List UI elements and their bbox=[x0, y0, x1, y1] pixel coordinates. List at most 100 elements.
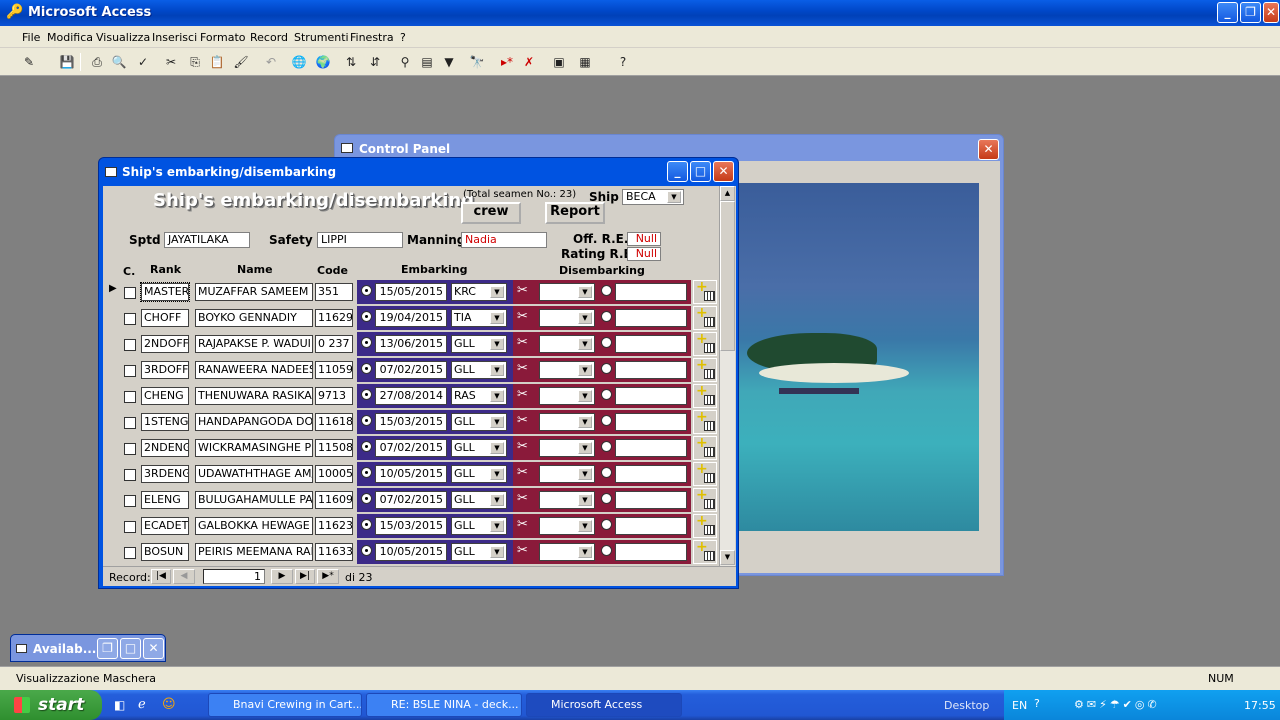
code-field[interactable]: 0 237 bbox=[315, 335, 353, 353]
vertical-scrollbar[interactable]: ▲ ▼ bbox=[719, 186, 735, 566]
task-outlook[interactable]: RE: BSLE NINA - deck... bbox=[366, 693, 522, 717]
name-field[interactable]: GALBOKKA HEWAGE I bbox=[195, 517, 313, 535]
disembark-radio[interactable] bbox=[601, 467, 612, 478]
rank-field[interactable]: ECADET bbox=[141, 517, 189, 535]
confirmed-checkbox[interactable] bbox=[124, 417, 136, 429]
scissors-icon[interactable]: ✂ bbox=[517, 517, 528, 532]
rating-re-field[interactable]: Null bbox=[627, 247, 661, 261]
embark-date-field[interactable]: 13/06/2015 bbox=[375, 335, 447, 353]
new-record-icon[interactable]: ▸* bbox=[498, 53, 516, 71]
task-crewing[interactable]: Bnavi Crewing in Cart... bbox=[208, 693, 362, 717]
chevron-down-icon[interactable]: ▼ bbox=[578, 338, 592, 350]
add-calendar-button[interactable]: + bbox=[693, 539, 717, 564]
name-field[interactable]: UDAWATHTHAGE AM/ bbox=[195, 465, 313, 483]
disembark-date-field[interactable] bbox=[615, 413, 687, 431]
rank-field[interactable]: 3RDENG bbox=[141, 465, 189, 483]
embark-port-select[interactable]: RAS ▼ bbox=[451, 387, 507, 405]
add-calendar-button[interactable]: + bbox=[693, 513, 717, 538]
safety-field[interactable]: LIPPI bbox=[317, 232, 403, 248]
embark-port-select[interactable]: GLL ▼ bbox=[451, 543, 507, 561]
chevron-down-icon[interactable]: ▼ bbox=[490, 364, 504, 376]
firefox-icon[interactable]: ☺ bbox=[162, 697, 176, 712]
chevron-down-icon[interactable]: ▼ bbox=[490, 546, 504, 558]
delete-record-icon[interactable]: ✗ bbox=[520, 53, 538, 71]
form-minimize-button[interactable]: _ bbox=[667, 161, 688, 182]
chevron-down-icon[interactable]: ▼ bbox=[490, 442, 504, 454]
chevron-down-icon[interactable]: ▼ bbox=[490, 312, 504, 324]
code-field[interactable]: 11629 bbox=[315, 309, 353, 327]
menu-record[interactable]: Record bbox=[250, 31, 288, 44]
disembark-radio[interactable] bbox=[601, 389, 612, 400]
scissors-icon[interactable]: ✂ bbox=[517, 335, 528, 350]
disembark-port-select[interactable]: ▼ bbox=[539, 491, 595, 509]
report-button[interactable]: Report bbox=[545, 202, 605, 224]
rank-field[interactable]: 3RDOFF bbox=[141, 361, 189, 379]
chevron-down-icon[interactable]: ▼ bbox=[578, 416, 592, 428]
code-field[interactable]: 11623 bbox=[315, 517, 353, 535]
chevron-down-icon[interactable]: ▼ bbox=[578, 312, 592, 324]
add-calendar-button[interactable]: + bbox=[693, 357, 717, 382]
control-panel-close-button[interactable]: ✕ bbox=[978, 139, 999, 160]
menu-strumenti[interactable]: Strumenti bbox=[294, 31, 349, 44]
disembark-date-field[interactable] bbox=[615, 491, 687, 509]
record-number-field[interactable]: 1 bbox=[203, 569, 265, 584]
ie-icon[interactable]: ℯ bbox=[138, 697, 146, 712]
disembark-port-select[interactable]: ▼ bbox=[539, 335, 595, 353]
disembark-radio[interactable] bbox=[601, 545, 612, 556]
confirmed-checkbox[interactable] bbox=[124, 365, 136, 377]
disembark-date-field[interactable] bbox=[615, 439, 687, 457]
desktop-label[interactable]: Desktop bbox=[944, 699, 989, 712]
chevron-down-icon[interactable]: ▼ bbox=[578, 468, 592, 480]
embark-port-select[interactable]: TIA ▼ bbox=[451, 309, 507, 327]
scroll-thumb[interactable] bbox=[720, 201, 735, 351]
disembark-radio[interactable] bbox=[601, 285, 612, 296]
confirmed-checkbox[interactable] bbox=[124, 495, 136, 507]
disembark-date-field[interactable] bbox=[615, 335, 687, 353]
embark-date-field[interactable]: 19/04/2015 bbox=[375, 309, 447, 327]
chevron-down-icon[interactable]: ▼ bbox=[578, 286, 592, 298]
embark-date-field[interactable]: 07/02/2015 bbox=[375, 361, 447, 379]
chevron-down-icon[interactable]: ▼ bbox=[578, 442, 592, 454]
apply-filter-icon[interactable]: ▼ bbox=[440, 53, 458, 71]
disembark-date-field[interactable] bbox=[615, 309, 687, 327]
code-field[interactable]: 351 bbox=[315, 283, 353, 301]
undo-icon[interactable]: ↶ bbox=[262, 53, 280, 71]
last-record-button[interactable]: ▶| bbox=[295, 569, 315, 584]
confirmed-checkbox[interactable] bbox=[124, 287, 136, 299]
tray-icons[interactable]: ⚙✉⚡☂✔◎✆ bbox=[1074, 698, 1160, 711]
disembark-radio[interactable] bbox=[601, 363, 612, 374]
name-field[interactable]: BULUGAHAMULLE PA bbox=[195, 491, 313, 509]
disembark-date-field[interactable] bbox=[615, 465, 687, 483]
embark-port-select[interactable]: GLL ▼ bbox=[451, 439, 507, 457]
insert-hyperlink-icon[interactable]: 🌐 bbox=[290, 53, 308, 71]
confirmed-checkbox[interactable] bbox=[124, 469, 136, 481]
confirmed-checkbox[interactable] bbox=[124, 313, 136, 325]
disembark-port-select[interactable]: ▼ bbox=[539, 361, 595, 379]
confirmed-checkbox[interactable] bbox=[124, 443, 136, 455]
embark-date-field[interactable]: 07/02/2015 bbox=[375, 491, 447, 509]
code-field[interactable]: 11633 bbox=[315, 543, 353, 561]
disembark-port-select[interactable]: ▼ bbox=[539, 517, 595, 535]
disembark-port-select[interactable]: ▼ bbox=[539, 309, 595, 327]
embark-radio[interactable] bbox=[361, 285, 372, 296]
code-field[interactable]: 9713 bbox=[315, 387, 353, 405]
restore-button[interactable]: ❐ bbox=[1240, 2, 1261, 23]
disembark-date-field[interactable] bbox=[615, 543, 687, 561]
crew-button[interactable]: crew bbox=[461, 202, 521, 224]
embark-radio[interactable] bbox=[361, 441, 372, 452]
embark-port-select[interactable]: GLL ▼ bbox=[451, 517, 507, 535]
scissors-icon[interactable]: ✂ bbox=[517, 543, 528, 558]
disembark-radio[interactable] bbox=[601, 311, 612, 322]
scroll-down-button[interactable]: ▼ bbox=[720, 550, 735, 565]
scroll-up-button[interactable]: ▲ bbox=[720, 186, 735, 201]
filter-by-selection-icon[interactable]: ⚲ bbox=[396, 53, 414, 71]
chevron-down-icon[interactable]: ▼ bbox=[490, 468, 504, 480]
rank-field[interactable]: BOSUN bbox=[141, 543, 189, 561]
menu-help[interactable]: ? bbox=[400, 31, 406, 44]
available-restore-button[interactable]: ❐ bbox=[97, 638, 118, 659]
start-button[interactable]: start bbox=[0, 690, 102, 720]
embark-date-field[interactable]: 15/05/2015 bbox=[375, 283, 447, 301]
manning-field[interactable]: Nadia bbox=[461, 232, 547, 248]
find-icon[interactable]: 🔭 bbox=[468, 53, 486, 71]
disembark-date-field[interactable] bbox=[615, 361, 687, 379]
